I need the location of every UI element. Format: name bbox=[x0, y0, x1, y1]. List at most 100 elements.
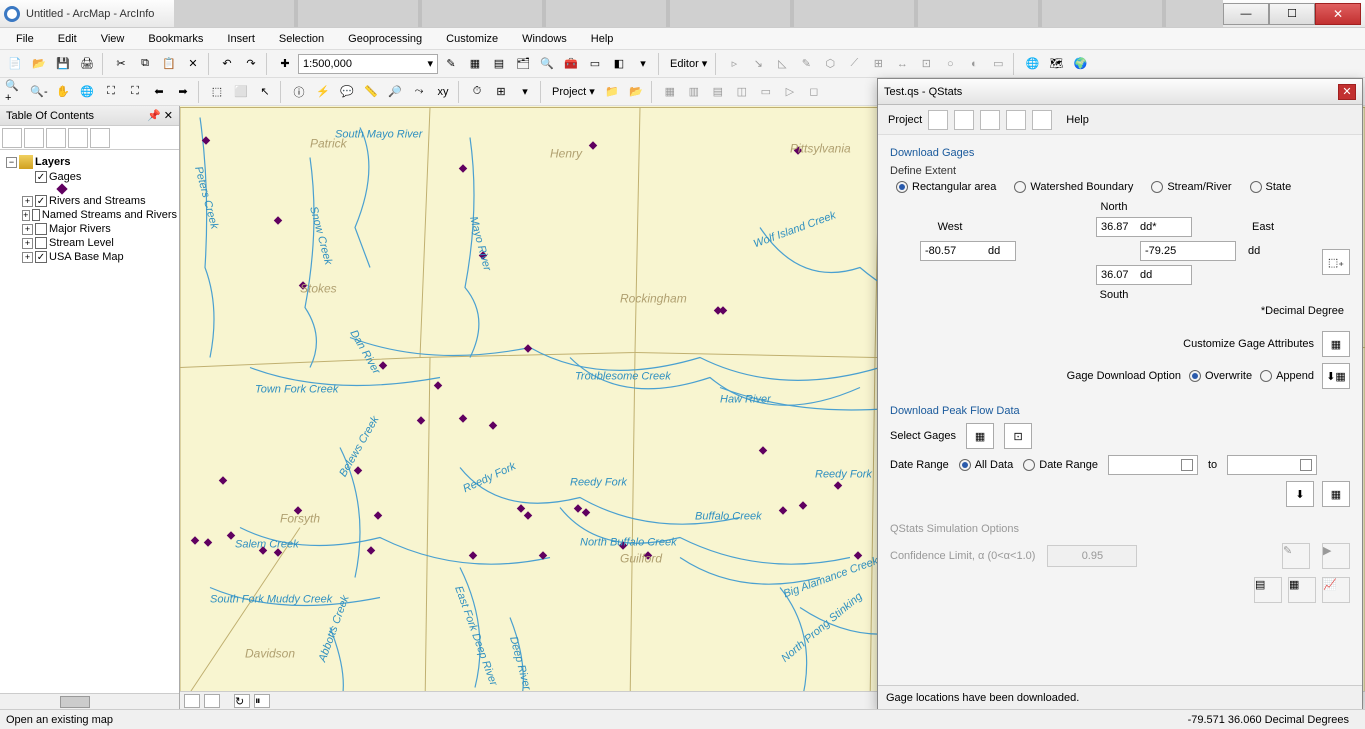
project-dropdown[interactable]: Project ▾ bbox=[548, 85, 599, 98]
menu-customize[interactable]: Customize bbox=[436, 31, 508, 47]
layer-gages[interactable]: Gages bbox=[2, 170, 177, 184]
print-icon[interactable]: 🖨 bbox=[76, 53, 98, 75]
html-popup-icon[interactable]: 💬 bbox=[336, 81, 358, 103]
date-to-input[interactable] bbox=[1227, 455, 1317, 475]
append-option[interactable]: Append bbox=[1260, 370, 1314, 382]
select-gages-rect-button[interactable]: ▦ bbox=[966, 423, 994, 449]
qstats-new-icon[interactable] bbox=[928, 110, 948, 130]
qstats-save-icon[interactable] bbox=[980, 110, 1000, 130]
fixed-zoom-in-icon[interactable]: ⛶ bbox=[100, 81, 122, 103]
arctoolbox-icon[interactable]: 🧰 bbox=[560, 53, 582, 75]
toolbar-icon-1[interactable]: ▦ bbox=[464, 53, 486, 75]
layer-rivers[interactable]: +Rivers and Streams bbox=[2, 194, 177, 208]
apply-extent-button[interactable]: ⬚₊ bbox=[1322, 249, 1350, 275]
qstats-open-icon[interactable] bbox=[954, 110, 974, 130]
menu-selection[interactable]: Selection bbox=[269, 31, 334, 47]
extent-state[interactable]: State bbox=[1250, 181, 1292, 193]
menu-edit[interactable]: Edit bbox=[48, 31, 87, 47]
pan-icon[interactable]: ✋ bbox=[52, 81, 74, 103]
close-button[interactable] bbox=[1315, 3, 1361, 25]
calendar-icon[interactable] bbox=[1181, 459, 1193, 471]
list-by-visibility-icon[interactable] bbox=[46, 128, 66, 148]
delete-icon[interactable]: ✕ bbox=[182, 53, 204, 75]
menu-view[interactable]: View bbox=[91, 31, 135, 47]
time-slider-icon[interactable]: ⏱ bbox=[466, 81, 488, 103]
download-gages-button[interactable]: ⬇▦ bbox=[1322, 363, 1350, 389]
layer-named-streams[interactable]: +Named Streams and Rivers bbox=[2, 208, 177, 222]
refresh-icon[interactable]: ↻ bbox=[234, 694, 250, 708]
arcscene-icon[interactable]: 🗺 bbox=[1045, 53, 1067, 75]
menu-file[interactable]: File bbox=[6, 31, 44, 47]
overwrite-option[interactable]: Overwrite bbox=[1189, 370, 1252, 382]
go-to-xy-icon[interactable]: xy bbox=[432, 81, 454, 103]
catalog-icon[interactable]: 🗂 bbox=[512, 53, 534, 75]
east-input[interactable] bbox=[1140, 241, 1236, 261]
maximize-button[interactable] bbox=[1269, 3, 1315, 25]
menu-windows[interactable]: Windows bbox=[512, 31, 577, 47]
layout-view-icon[interactable] bbox=[204, 694, 220, 708]
new-icon[interactable]: 📄 bbox=[4, 53, 26, 75]
qstats-close-icon[interactable]: ✕ bbox=[1338, 84, 1356, 100]
cut-icon[interactable]: ✂ bbox=[110, 53, 132, 75]
fixed-zoom-out-icon[interactable]: ⛶ bbox=[124, 81, 146, 103]
layer-usa-base[interactable]: +USA Base Map bbox=[2, 250, 177, 264]
extent-stream[interactable]: Stream/River bbox=[1151, 181, 1231, 193]
calendar-icon[interactable] bbox=[1300, 459, 1312, 471]
paste-icon[interactable]: 📋 bbox=[158, 53, 180, 75]
all-data-option[interactable]: All Data bbox=[959, 459, 1014, 471]
find-icon[interactable]: 🔎 bbox=[384, 81, 406, 103]
qstats-saveas-icon[interactable] bbox=[1006, 110, 1026, 130]
list-by-selection-icon[interactable] bbox=[68, 128, 88, 148]
zoom-in-icon[interactable]: 🔍+ bbox=[4, 81, 26, 103]
qstats-help-menu[interactable]: Help bbox=[1066, 114, 1089, 126]
editor-dropdown[interactable]: Editor ▾ bbox=[666, 57, 711, 70]
toolbar-icon-2[interactable]: ▤ bbox=[488, 53, 510, 75]
measure-icon[interactable]: 📏 bbox=[360, 81, 382, 103]
arccatalog-icon[interactable]: 🌐 bbox=[1021, 53, 1043, 75]
menu-help[interactable]: Help bbox=[581, 31, 624, 47]
download-peak-button[interactable]: ⬇ bbox=[1286, 481, 1314, 507]
date-range-option[interactable]: Date Range bbox=[1023, 459, 1098, 471]
back-extent-icon[interactable]: ⬅ bbox=[148, 81, 170, 103]
qstats-close-project-icon[interactable] bbox=[1032, 110, 1052, 130]
create-viewer-icon[interactable]: ⊞ bbox=[490, 81, 512, 103]
list-by-drawing-order-icon[interactable] bbox=[2, 128, 22, 148]
project-folder-icon[interactable]: 📂 bbox=[625, 81, 647, 103]
full-extent-icon[interactable]: 🌐 bbox=[76, 81, 98, 103]
toolbar-dropdown-icon-2[interactable]: ▾ bbox=[514, 81, 536, 103]
open-icon[interactable]: 📂 bbox=[28, 53, 50, 75]
search-icon[interactable]: 🔍 bbox=[536, 53, 558, 75]
customize-gage-button[interactable]: ▦ bbox=[1322, 331, 1350, 357]
menu-insert[interactable]: Insert bbox=[217, 31, 265, 47]
select-gages-lasso-button[interactable]: ⊡ bbox=[1004, 423, 1032, 449]
date-from-input[interactable] bbox=[1108, 455, 1198, 475]
menu-geoprocessing[interactable]: Geoprocessing bbox=[338, 31, 432, 47]
editor-toolbar-icon[interactable]: ✎ bbox=[440, 53, 462, 75]
options-icon[interactable] bbox=[90, 128, 110, 148]
add-data-icon[interactable]: ✚ bbox=[274, 53, 296, 75]
layer-stream-level[interactable]: +Stream Level bbox=[2, 236, 177, 250]
minimize-button[interactable] bbox=[1223, 3, 1269, 25]
layers-root[interactable]: − Layers bbox=[2, 154, 177, 170]
list-by-source-icon[interactable] bbox=[24, 128, 44, 148]
view-peak-table-button[interactable]: ▦ bbox=[1322, 481, 1350, 507]
qstats-project-menu[interactable]: Project bbox=[888, 114, 922, 126]
project-open-icon[interactable]: 📁 bbox=[601, 81, 623, 103]
pause-icon[interactable]: ⏸ bbox=[254, 694, 270, 708]
find-route-icon[interactable]: ⤳ bbox=[408, 81, 430, 103]
arcglobe-icon[interactable]: 🌍 bbox=[1069, 53, 1091, 75]
clear-selection-icon[interactable]: ⬜ bbox=[230, 81, 252, 103]
identify-icon[interactable]: ⓘ bbox=[288, 81, 310, 103]
copy-icon[interactable]: ⧉ bbox=[134, 53, 156, 75]
toc-scrollbar[interactable] bbox=[0, 693, 179, 709]
hyperlink-icon[interactable]: ⚡ bbox=[312, 81, 334, 103]
scale-input[interactable]: 1:500,000▾ bbox=[298, 54, 438, 74]
extent-rectangular[interactable]: Rectangular area bbox=[896, 181, 996, 193]
select-features-icon[interactable]: ⬚ bbox=[206, 81, 228, 103]
select-elements-icon[interactable]: ↖ bbox=[254, 81, 276, 103]
data-view-icon[interactable] bbox=[184, 694, 200, 708]
forward-extent-icon[interactable]: ➡ bbox=[172, 81, 194, 103]
zoom-out-icon[interactable]: 🔍- bbox=[28, 81, 50, 103]
menu-bookmarks[interactable]: Bookmarks bbox=[138, 31, 213, 47]
pin-icon[interactable]: 📌 ✕ bbox=[147, 109, 173, 122]
